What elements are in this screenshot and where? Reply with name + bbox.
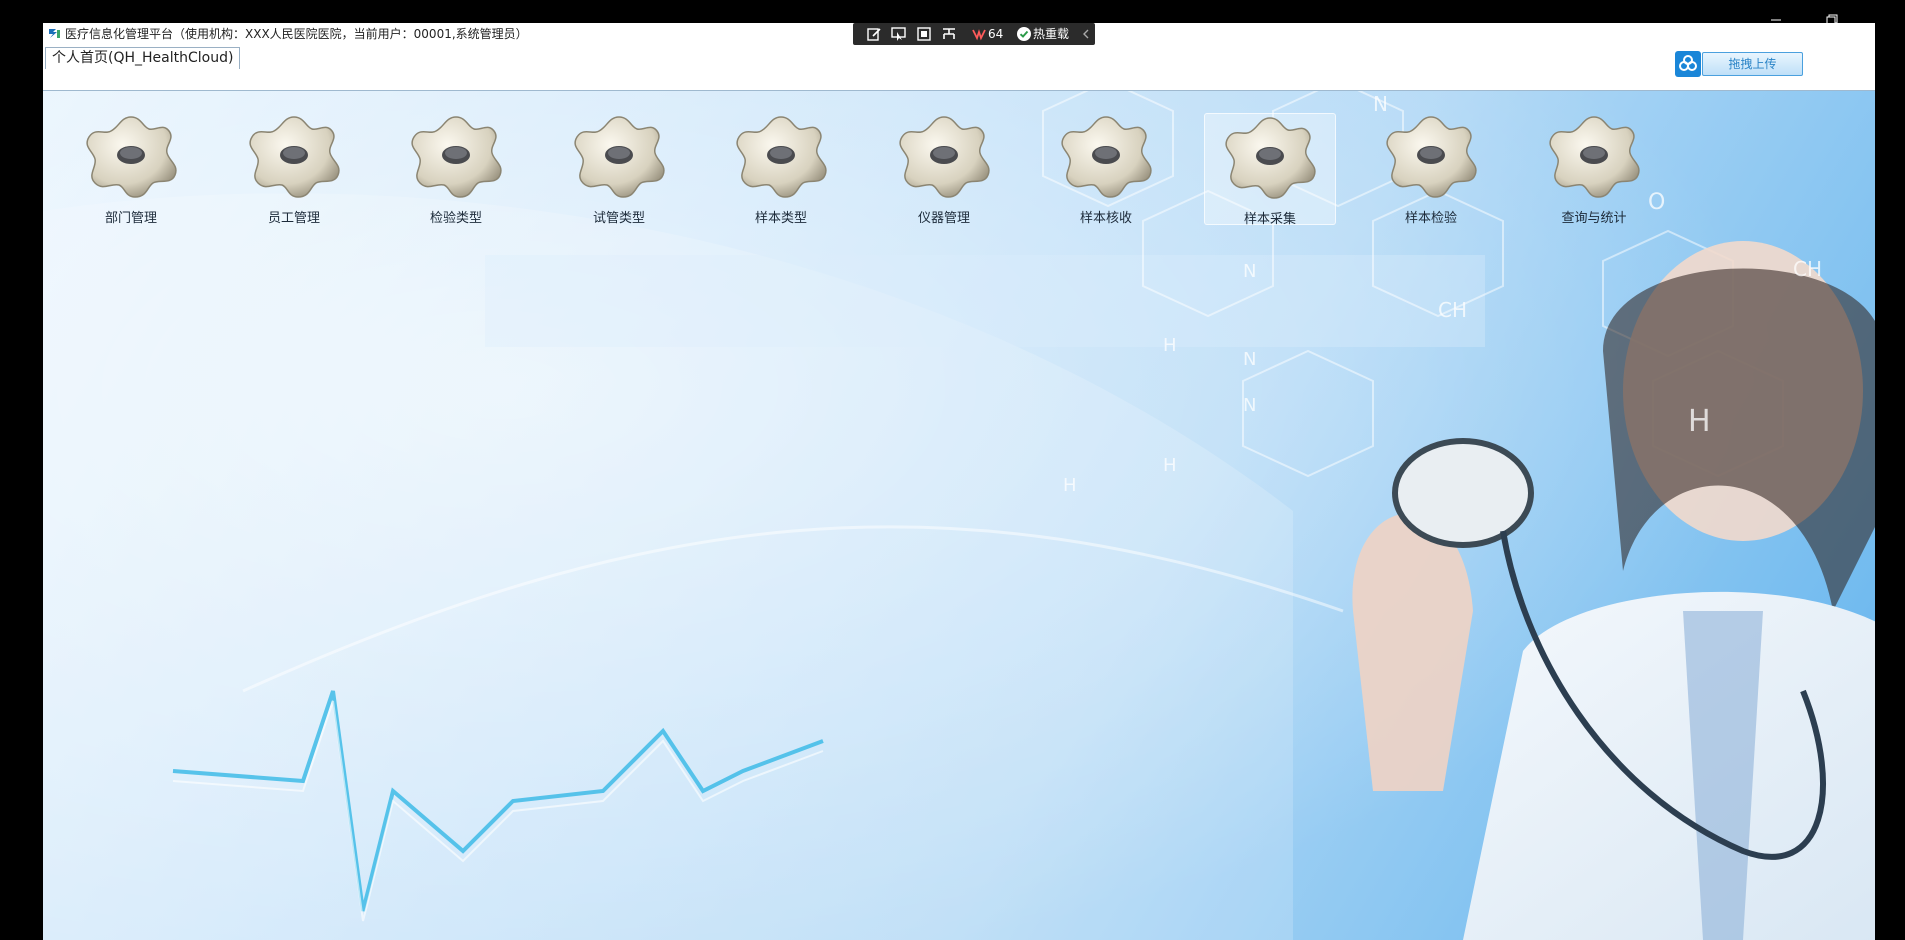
gear-icon	[1061, 116, 1152, 198]
bg-letter: H	[1163, 455, 1177, 476]
launcher-label: 试管类型	[592, 211, 645, 226]
bg-letter: N	[1243, 395, 1256, 416]
bg-letter: N	[1243, 261, 1256, 282]
gear-icon	[86, 116, 177, 198]
bg-letter: H	[1688, 404, 1711, 439]
bg-letter: CH	[1793, 257, 1822, 281]
launcher-10[interactable]: 查询与统计	[1529, 113, 1659, 226]
bg-letter: N	[1243, 349, 1256, 370]
floating-toolbar: 64 热重载	[853, 23, 1095, 45]
check-icon	[1017, 27, 1031, 41]
tab-bar: 个人首页(QH_HealthCloud)	[43, 45, 1875, 91]
gear-icon	[736, 116, 827, 198]
launcher-label: 样本核收	[1079, 211, 1132, 226]
app-window: 医疗信息化管理平台（使用机构：XXX人民医院医院，当前用户：00001,系统管理…	[43, 23, 1875, 940]
upload-button[interactable]: 拖拽上传	[1675, 51, 1803, 77]
launcher-label: 样本检验	[1404, 211, 1457, 226]
chevron-left-icon[interactable]	[1081, 26, 1091, 42]
launcher-label: 仪器管理	[917, 211, 970, 226]
upload-label: 拖拽上传	[1728, 57, 1777, 71]
fps-icon	[972, 29, 986, 41]
launcher-label: 查询与统计	[1561, 211, 1627, 226]
home-canvas: N N N N H H H H CH CH O 部门管理 员工管理 检验类型 试…	[43, 91, 1875, 940]
gear-icon	[1386, 116, 1477, 198]
cloud-upload-icon	[1675, 51, 1701, 77]
launcher-2[interactable]: 员工管理	[229, 113, 359, 226]
bg-letter: H	[1163, 335, 1177, 356]
tab-home[interactable]: 个人首页(QH_HealthCloud)	[45, 47, 241, 69]
frame-icon[interactable]	[916, 26, 932, 42]
layout-icon[interactable]	[941, 26, 957, 42]
launcher-label: 样本采集	[1243, 212, 1296, 227]
pointer-icon[interactable]	[891, 26, 907, 42]
launcher-1[interactable]: 部门管理	[66, 113, 196, 226]
gear-icon	[411, 116, 502, 198]
gear-icon	[574, 116, 665, 198]
bg-letter: CH	[1438, 298, 1467, 322]
launcher-label: 样本类型	[754, 211, 807, 226]
launcher-6[interactable]: 仪器管理	[879, 113, 1009, 226]
fps-value: 64	[988, 27, 1004, 41]
bg-letter: H	[1063, 475, 1077, 496]
gear-icon	[249, 116, 340, 198]
gear-icon	[1549, 116, 1640, 198]
launcher-label: 部门管理	[104, 211, 157, 226]
launcher-3[interactable]: 检验类型	[391, 113, 521, 226]
launcher-8[interactable]: 样本采集	[1204, 113, 1336, 227]
launcher-9[interactable]: 样本检验	[1366, 113, 1496, 226]
launcher-label: 员工管理	[267, 211, 320, 226]
app-logo-icon	[47, 26, 62, 41]
launcher-4[interactable]: 试管类型	[554, 113, 684, 226]
launcher-label: 检验类型	[429, 211, 482, 226]
gear-icon	[1225, 117, 1316, 199]
hot-reload-label[interactable]: 热重载	[1033, 23, 1069, 45]
window-title: 医疗信息化管理平台（使用机构：XXX人民医院医院，当前用户：00001,系统管理…	[65, 27, 528, 41]
edit-icon[interactable]	[866, 26, 882, 42]
launcher-7[interactable]: 样本核收	[1041, 113, 1171, 226]
gear-icon	[899, 116, 990, 198]
launcher-5[interactable]: 样本类型	[716, 113, 846, 226]
